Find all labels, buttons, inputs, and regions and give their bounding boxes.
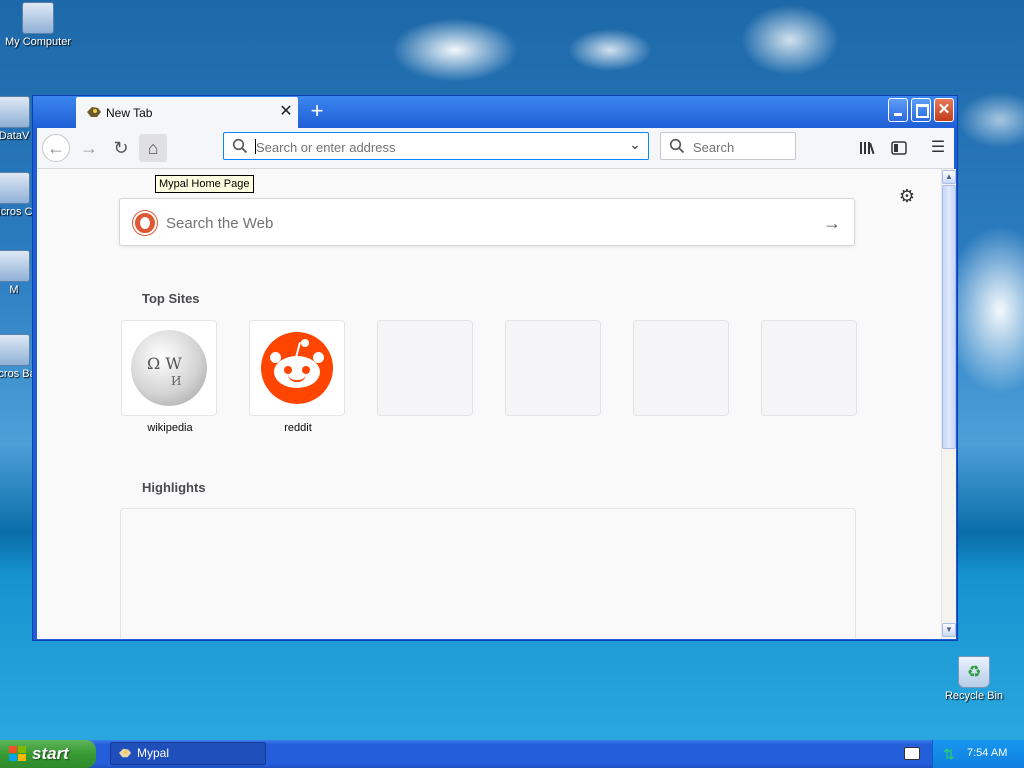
desktop-icon-label: M xyxy=(9,284,19,296)
top-site-label: reddit xyxy=(284,422,312,434)
taskbar: start Mypal ⇅ 7:54 AM xyxy=(0,740,1024,768)
top-sites-heading[interactable]: Top Sites xyxy=(142,291,200,306)
top-site-reddit[interactable]: reddit xyxy=(249,320,345,434)
sidebar-icon xyxy=(891,141,907,155)
start-button[interactable]: start xyxy=(0,740,96,768)
top-site-empty[interactable] xyxy=(377,320,473,416)
keyboard-icon[interactable] xyxy=(904,747,920,760)
tab-title: New Tab xyxy=(106,106,153,120)
minimize-icon xyxy=(894,113,902,116)
taskbar-item-mypal[interactable]: Mypal xyxy=(110,742,266,765)
menu-button[interactable]: ☰ xyxy=(924,134,952,162)
desktop-icon-label: My Computer xyxy=(4,36,72,48)
network-icon[interactable]: ⇅ xyxy=(941,746,957,762)
close-window-button[interactable]: ✕ xyxy=(934,98,954,122)
back-button[interactable]: ← xyxy=(42,134,70,162)
web-search-input[interactable] xyxy=(166,213,786,233)
top-site-empty[interactable] xyxy=(761,320,857,416)
new-tab-page: ⚙ → Top Sites wikipedia reddit Highlight… xyxy=(37,169,941,639)
top-site-wikipedia[interactable]: wikipedia xyxy=(121,320,217,434)
scroll-down-button[interactable]: ▼ xyxy=(942,623,956,637)
recycle-bin-icon xyxy=(958,656,990,688)
mypal-icon xyxy=(119,748,131,758)
highlights-panel xyxy=(120,508,856,639)
scrollbar[interactable]: ▲ ▼ xyxy=(941,169,956,639)
search-icon xyxy=(669,138,685,154)
desktop-icon-my-computer[interactable]: My Computer xyxy=(0,2,76,48)
reddit-icon xyxy=(261,332,333,404)
taskbar-item-label: Mypal xyxy=(137,746,170,760)
desktop-icon-label: Recycle Bin xyxy=(944,690,1004,702)
system-tray: ⇅ 7:54 AM xyxy=(932,740,1024,768)
top-site-empty[interactable] xyxy=(633,320,729,416)
highlights-heading[interactable]: Highlights xyxy=(142,480,206,495)
library-button[interactable] xyxy=(853,134,881,162)
close-icon: ✕ xyxy=(937,101,951,118)
windows-logo-icon xyxy=(9,746,27,762)
home-button-tooltip: Mypal Home Page xyxy=(155,175,254,193)
new-tab-button[interactable]: + xyxy=(305,100,329,124)
library-icon xyxy=(860,142,875,155)
clock[interactable]: 7:54 AM xyxy=(967,747,1007,759)
url-bar[interactable]: ⌄ xyxy=(223,132,649,160)
tab-new-tab[interactable]: New Tab ✕ xyxy=(76,97,298,128)
computer-icon xyxy=(22,2,54,34)
app-icon xyxy=(0,96,30,128)
scroll-up-button[interactable]: ▲ xyxy=(942,170,956,184)
desktop-icon-label: DataV xyxy=(0,130,30,142)
minimize-button[interactable] xyxy=(888,98,908,122)
duckduckgo-icon xyxy=(133,211,157,235)
scroll-thumb[interactable] xyxy=(942,185,956,449)
sidebar-button[interactable] xyxy=(885,134,913,162)
wikipedia-icon xyxy=(131,330,207,406)
maximize-icon xyxy=(916,104,929,118)
chevron-down-icon[interactable]: ⌄ xyxy=(626,136,644,156)
mypal-icon xyxy=(87,107,101,117)
arrow-right-icon[interactable]: → xyxy=(820,211,844,235)
forward-button[interactable]: → xyxy=(75,134,103,162)
app-icon xyxy=(0,172,30,204)
top-site-empty[interactable] xyxy=(505,320,601,416)
reload-button[interactable]: ↻ xyxy=(107,134,135,162)
gear-icon[interactable]: ⚙ xyxy=(897,186,917,206)
search-bar[interactable] xyxy=(660,132,796,160)
url-input[interactable] xyxy=(256,138,616,156)
app-icon xyxy=(0,334,30,366)
search-icon xyxy=(232,138,248,154)
app-icon xyxy=(0,250,30,282)
maximize-button[interactable] xyxy=(911,98,931,122)
navigation-toolbar: ← → ↻ ⌂ ⌄ xyxy=(37,128,954,169)
home-button[interactable]: ⌂ xyxy=(139,134,167,162)
top-site-label: wikipedia xyxy=(147,422,193,434)
web-search-box[interactable]: → xyxy=(119,198,855,246)
search-input[interactable] xyxy=(693,139,789,155)
start-label: start xyxy=(32,744,69,763)
close-tab-icon[interactable]: ✕ xyxy=(276,102,296,122)
desktop-icon-recycle-bin[interactable]: Recycle Bin xyxy=(936,656,1012,702)
title-bar[interactable]: New Tab ✕ + ✕ xyxy=(33,96,957,128)
